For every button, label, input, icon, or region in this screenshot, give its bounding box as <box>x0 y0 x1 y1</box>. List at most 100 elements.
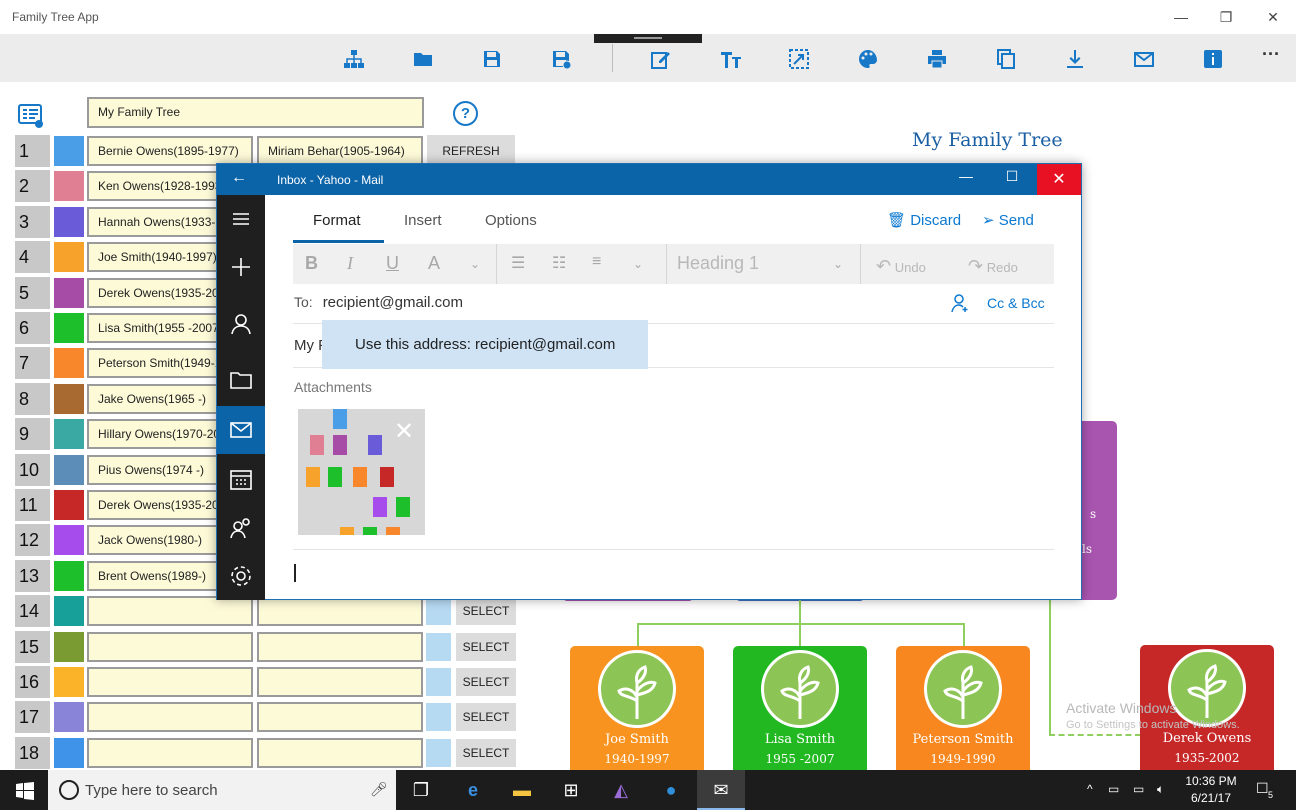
send-button[interactable]: ➢ Send <box>982 211 1034 229</box>
color-swatch[interactable] <box>54 383 84 414</box>
tab-options[interactable]: Options <box>485 212 537 229</box>
color-swatch[interactable] <box>54 277 84 308</box>
windows-start-icon[interactable] <box>16 782 34 800</box>
people-icon[interactable] <box>229 516 253 540</box>
undo-button[interactable]: ↶ Undo <box>876 256 926 277</box>
save-as-icon[interactable] <box>550 48 572 70</box>
minimize-button[interactable]: — <box>1166 6 1196 28</box>
visual-studio-icon[interactable]: ◭ <box>609 778 633 802</box>
spouse-name-field[interactable] <box>257 737 423 768</box>
photo-cell[interactable] <box>426 738 451 767</box>
more-icon[interactable]: ··· <box>1262 44 1284 66</box>
color-swatch[interactable] <box>54 348 84 379</box>
mail-app-icon[interactable]: ✉ <box>697 770 745 810</box>
bold-button[interactable]: B <box>305 253 318 274</box>
photo-cell[interactable] <box>426 597 451 626</box>
mail-close-button[interactable]: ✕ <box>1037 164 1081 195</box>
color-swatch[interactable] <box>54 631 84 662</box>
chevron-down-icon[interactable]: ⌄ <box>833 257 843 271</box>
mail-icon[interactable] <box>1133 48 1155 70</box>
tree-node[interactable]: Peterson Smith 1949-1990 <box>896 646 1030 776</box>
folder-icon[interactable] <box>229 368 253 392</box>
tab-insert[interactable]: Insert <box>404 212 442 229</box>
color-swatch[interactable] <box>54 560 84 591</box>
color-swatch[interactable] <box>54 702 84 733</box>
person-name-field[interactable] <box>87 702 253 733</box>
color-swatch[interactable] <box>54 136 84 166</box>
toolbar-handle[interactable] <box>594 34 702 43</box>
address-suggestion[interactable]: Use this address: recipient@gmail.com <box>322 320 648 369</box>
select-button[interactable]: SELECT <box>456 703 516 732</box>
chevron-up-icon[interactable]: ^ <box>1087 782 1093 796</box>
folder-icon[interactable] <box>412 48 434 70</box>
person-name-field[interactable] <box>87 737 253 768</box>
italic-button[interactable]: I <box>347 253 353 274</box>
photo-cell[interactable] <box>426 703 451 732</box>
color-swatch[interactable] <box>54 313 84 343</box>
color-swatch[interactable] <box>54 454 84 485</box>
person-name-field[interactable]: Bernie Owens(1895-1977) <box>87 136 253 166</box>
task-view-icon[interactable]: ❐ <box>409 778 433 802</box>
hamburger-icon[interactable] <box>229 207 253 231</box>
new-mail-icon[interactable] <box>229 255 253 279</box>
color-swatch[interactable] <box>54 737 84 768</box>
person-name-field[interactable] <box>87 631 253 662</box>
spouse-name-field[interactable] <box>257 596 423 627</box>
person-name-field[interactable] <box>87 596 253 627</box>
color-swatch[interactable] <box>54 242 84 273</box>
account-icon[interactable] <box>229 312 253 336</box>
back-arrow-icon[interactable]: ← <box>231 169 247 187</box>
bullets-icon[interactable]: ☰ <box>511 253 525 273</box>
tab-format[interactable]: Format <box>313 212 361 229</box>
volume-icon[interactable]: 🔈︎ <box>1157 782 1164 797</box>
color-swatch[interactable] <box>54 525 84 556</box>
chevron-down-icon[interactable]: ⌄ <box>633 257 643 271</box>
close-button[interactable]: ✕ <box>1258 6 1288 28</box>
resize-icon[interactable] <box>788 48 810 70</box>
font-color-button[interactable]: A <box>428 253 440 274</box>
store-icon[interactable]: ⊞ <box>559 778 583 802</box>
save-icon[interactable] <box>481 48 503 70</box>
remove-attachment-icon[interactable]: ✕ <box>394 417 414 446</box>
mail-maximize-button[interactable]: ☐ <box>1000 168 1024 190</box>
edge-browser-icon[interactable]: e <box>461 778 485 802</box>
align-icon[interactable]: ≡ <box>592 253 601 271</box>
add-contact-icon[interactable] <box>950 293 970 313</box>
color-swatch[interactable] <box>54 206 84 237</box>
numbering-icon[interactable]: ☷ <box>552 253 566 273</box>
info-icon[interactable] <box>1202 48 1224 70</box>
restore-button[interactable]: ❐ <box>1211 6 1241 28</box>
redo-button[interactable]: ↷ Redo <box>968 256 1018 277</box>
microphone-icon[interactable]: 🎤︎ <box>370 781 388 798</box>
select-button[interactable]: SELECT <box>456 738 516 767</box>
file-explorer-icon[interactable]: ▬ <box>510 778 534 802</box>
discard-button[interactable]: 🗑 Discard <box>887 211 961 229</box>
help-icon[interactable]: ? <box>453 101 478 126</box>
photo-cell[interactable] <box>426 632 451 661</box>
mail-icon[interactable] <box>229 418 253 442</box>
tree-name-input[interactable]: My Family Tree <box>87 97 424 128</box>
color-swatch[interactable] <box>54 171 84 202</box>
tree-node[interactable]: Lisa Smith 1955 -2007 <box>733 646 867 776</box>
heading-select[interactable]: Heading 1 <box>677 253 817 277</box>
underline-button[interactable]: U <box>386 253 399 274</box>
mail-minimize-button[interactable]: — <box>954 168 978 190</box>
settings-icon[interactable] <box>229 564 253 588</box>
clock[interactable]: 10:36 PM 6/21/17 <box>1182 773 1240 807</box>
globe-app-icon[interactable]: ● <box>659 778 683 802</box>
spouse-name-field[interactable] <box>257 667 423 697</box>
copy-icon[interactable] <box>995 48 1017 70</box>
body-text-cursor[interactable] <box>294 564 296 582</box>
spouse-name-field[interactable] <box>257 631 423 662</box>
tree-node[interactable]: Joe Smith 1940-1997 <box>570 646 704 776</box>
taskbar-search[interactable]: Type here to search 🎤︎ <box>48 770 396 810</box>
color-swatch[interactable] <box>54 667 84 697</box>
cc-bcc-button[interactable]: Cc & Bcc <box>987 295 1045 311</box>
notification-icon[interactable]: ☐ <box>1256 780 1269 797</box>
tablet-icon[interactable]: ▭ <box>1108 782 1119 796</box>
select-button[interactable]: SELECT <box>456 632 516 661</box>
refresh-button[interactable]: REFRESH <box>427 135 515 165</box>
network-icon[interactable]: ▭ <box>1133 782 1144 796</box>
color-swatch[interactable] <box>54 490 84 520</box>
spouse-name-field[interactable] <box>257 702 423 733</box>
